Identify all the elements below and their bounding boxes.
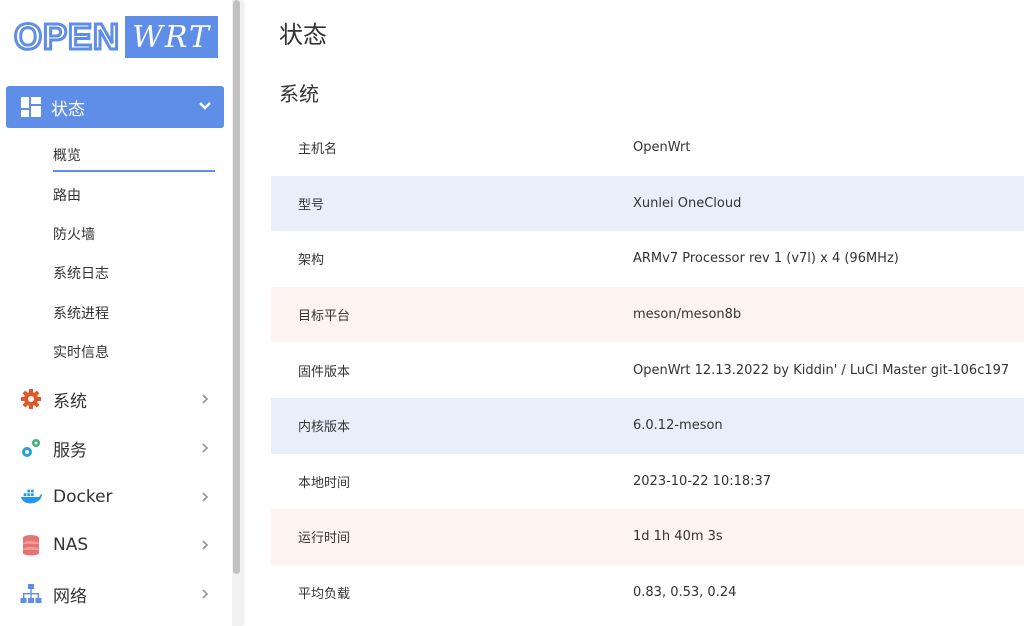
menu-item-network-label: 网络 — [53, 586, 87, 607]
sidebar: OPEN WRT 状态 概览 路由 防火墙 系统日志 系统进程 实时信息 系统 … — [0, 0, 232, 626]
row-key: 内核版本 — [298, 420, 351, 436]
section-title: 系统 — [279, 82, 319, 106]
menu-item-docker[interactable]: Docker — [0, 477, 224, 517]
row-key: 固件版本 — [298, 364, 351, 380]
table-row: 目标平台 meson/meson8b — [271, 286, 1024, 343]
row-value: 1d 1h 40m 3s — [633, 529, 723, 545]
chevron-down-icon — [199, 102, 211, 110]
row-value: meson/meson8b — [633, 307, 742, 323]
menu-item-services-label: 服务 — [53, 440, 87, 461]
menu-item-nas[interactable]: NAS — [0, 525, 224, 565]
row-key: 型号 — [298, 197, 325, 213]
submenu-processes[interactable]: 系统进程 — [53, 303, 109, 323]
row-value: OpenWrt 12.13.2022 by Kiddin' / LuCI Mas… — [633, 362, 1010, 378]
menu-item-status[interactable]: 状态 — [6, 86, 224, 128]
menu-item-system[interactable]: 系统 — [0, 379, 224, 419]
row-key: 目标平台 — [298, 309, 351, 325]
openwrt-logo[interactable]: OPEN WRT — [12, 15, 225, 59]
row-key: 本地时间 — [298, 475, 351, 491]
logo-open-text: OPEN — [12, 15, 121, 59]
row-key: 运行时间 — [298, 531, 351, 547]
table-row: 型号 Xunlei OneCloud — [271, 175, 1024, 232]
database-icon — [20, 534, 42, 556]
submenu-firewall[interactable]: 防火墙 — [53, 224, 95, 244]
dashboard-icon — [21, 97, 41, 117]
row-key: 架构 — [298, 253, 325, 269]
table-row: 平均负载 0.83, 0.53, 0.24 — [271, 565, 1024, 621]
menu-item-services[interactable]: 服务 — [0, 428, 224, 468]
table-row: 主机名 OpenWrt — [271, 120, 1024, 176]
submenu-active-underline — [53, 170, 215, 172]
gears-icon — [20, 437, 42, 459]
chevron-right-icon — [202, 492, 209, 502]
sidebar-scrollbar-thumb[interactable] — [233, 0, 240, 574]
chevron-right-icon — [202, 589, 209, 599]
table-row: 内核版本 6.0.12-meson — [271, 397, 1024, 454]
row-value: ARMv7 Processor rev 1 (v7l) x 4 (96MHz) — [633, 251, 899, 267]
submenu-overview[interactable]: 概览 — [53, 145, 81, 165]
table-row: 运行时间 1d 1h 40m 3s — [271, 509, 1024, 565]
network-icon — [20, 583, 42, 605]
row-value: 6.0.12-meson — [633, 418, 723, 434]
row-value: 2023-10-22 10:18:37 — [633, 473, 772, 489]
chevron-right-icon — [202, 394, 209, 404]
table-row: 本地时间 2023-10-22 10:18:37 — [271, 454, 1024, 510]
row-value: Xunlei OneCloud — [633, 195, 742, 211]
chevron-right-icon — [202, 443, 209, 453]
row-value: 0.83, 0.53, 0.24 — [633, 585, 737, 601]
main-content: 状态 系统 主机名 OpenWrt 型号 Xunlei OneCloud 架构 … — [242, 0, 1024, 626]
menu-item-nas-label: NAS — [53, 535, 89, 555]
row-value: OpenWrt — [633, 140, 691, 156]
row-key: 平均负载 — [298, 587, 351, 603]
logo-wrt-text: WRT — [125, 16, 219, 58]
system-info-table: 主机名 OpenWrt 型号 Xunlei OneCloud 架构 ARMv7 … — [271, 120, 1024, 620]
gear-icon — [20, 388, 42, 410]
page-title: 状态 — [279, 21, 327, 49]
submenu-system-log[interactable]: 系统日志 — [53, 263, 109, 283]
chevron-right-icon — [202, 540, 209, 550]
docker-icon — [20, 486, 42, 508]
row-key: 主机名 — [298, 142, 338, 158]
menu-item-status-label: 状态 — [51, 99, 85, 120]
submenu-realtime[interactable]: 实时信息 — [53, 342, 109, 362]
table-row: 固件版本 OpenWrt 12.13.2022 by Kiddin' / LuC… — [271, 342, 1024, 398]
table-row: 架构 ARMv7 Processor rev 1 (v7l) x 4 (96MH… — [271, 231, 1024, 287]
submenu-routes[interactable]: 路由 — [53, 185, 81, 205]
menu-item-network[interactable]: 网络 — [0, 574, 224, 614]
menu-item-docker-label: Docker — [53, 487, 113, 507]
menu-item-system-label: 系统 — [53, 391, 87, 412]
